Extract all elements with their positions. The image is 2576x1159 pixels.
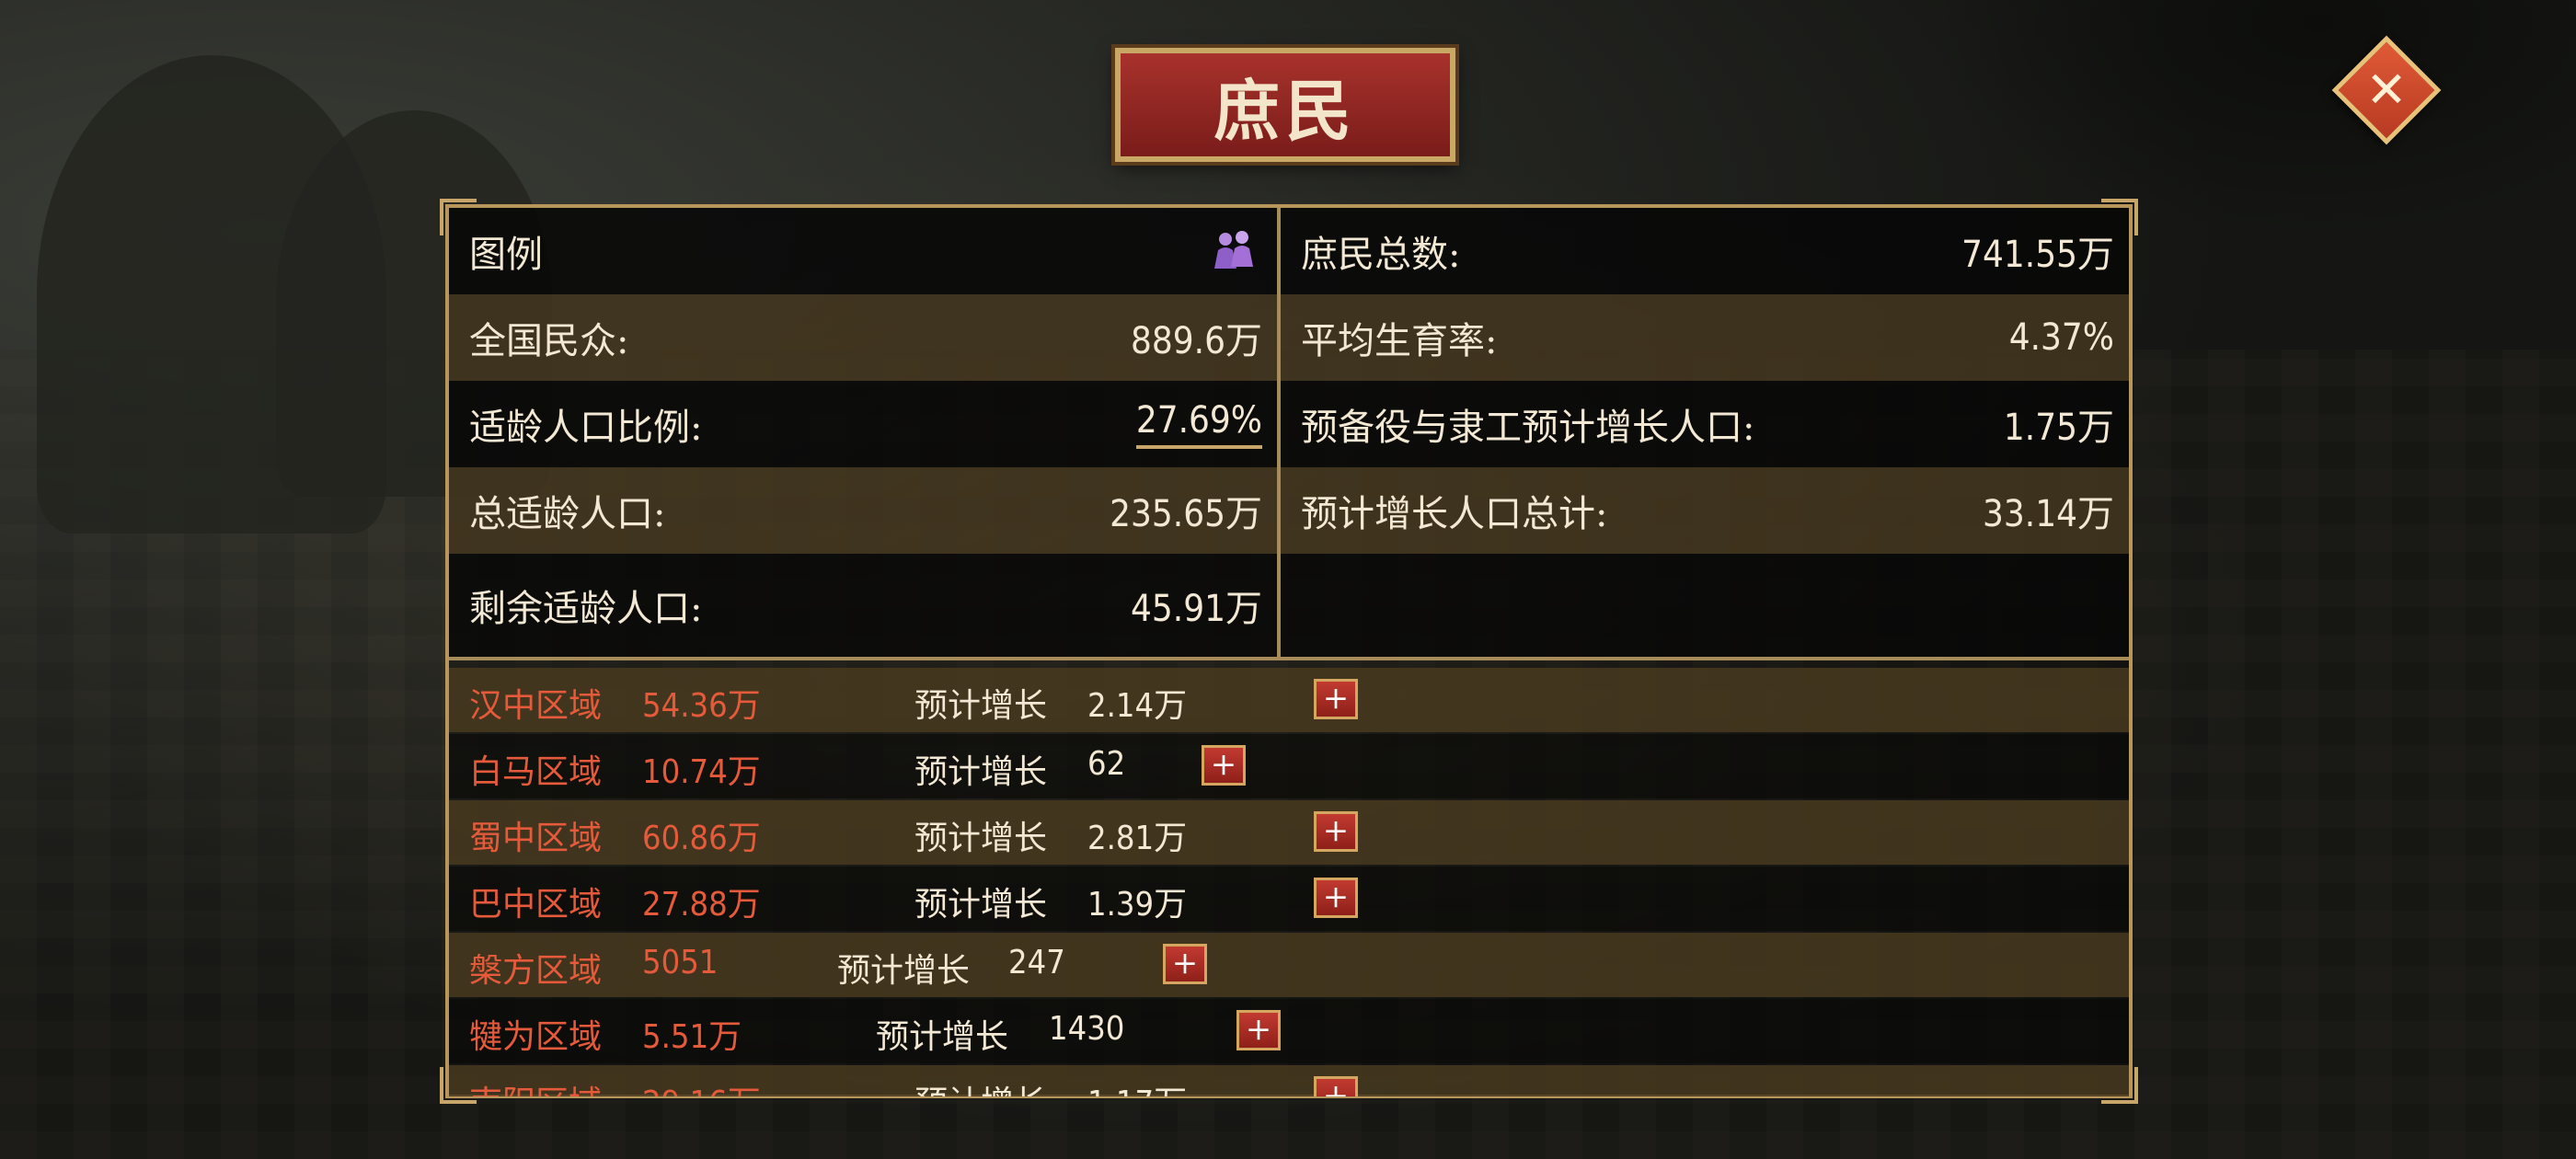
region-name: 槃方区域 [469, 952, 603, 990]
region-population: 54.36万 [642, 687, 761, 725]
stat-value: 889.6万 [1131, 320, 1262, 362]
add-button[interactable]: + [1236, 1010, 1281, 1050]
stat-label: 平均生育率: [1301, 320, 1498, 362]
region-population: 5.51万 [642, 1018, 742, 1056]
growth-label: 预计增长 [837, 952, 971, 990]
stat-value: 4.37% [2008, 316, 2114, 359]
stat-label: 庶民总数: [1301, 234, 1461, 276]
stat-value: 1.75万 [2003, 407, 2114, 449]
stat-row: 预计增长人口总计: 33.14万 [1281, 467, 2129, 554]
empty-row [1281, 554, 2129, 657]
stat-label: 预备役与隶工预计增长人口: [1301, 407, 1755, 449]
page-title: 庶民 [1213, 71, 1357, 150]
region-list: 汉中区域 54.36万 预计增长 2.14万 + 白马区域 10.74万 预计增… [449, 660, 2129, 1096]
stat-label: 剩余适龄人口: [469, 588, 703, 630]
stat-value: 45.91万 [1131, 588, 1262, 630]
commoners-panel: 图例 全国民众: 889.6万 适龄人口比例: 27.69% 总适龄人口: 23… [440, 199, 2138, 1104]
add-button[interactable]: + [1163, 944, 1207, 984]
add-button[interactable]: + [1314, 679, 1358, 719]
region-name: 南阳区域 [469, 1076, 602, 1096]
stat-value: 33.14万 [1983, 493, 2114, 535]
growth-value: 247 [1008, 944, 1065, 981]
age-ratio-link[interactable]: 27.69% [1135, 399, 1262, 449]
growth-label: 预计增长 [914, 687, 1048, 725]
background-tree [1932, 0, 2576, 239]
stats-table: 图例 全国民众: 889.6万 适龄人口比例: 27.69% 总适龄人口: 23… [449, 208, 2129, 657]
growth-value: 1.39万 [1087, 886, 1188, 924]
region-row: 蜀中区域 60.86万 预计增长 2.81万 + [449, 800, 2129, 865]
stat-row: 全国民众: 889.6万 [449, 294, 1277, 381]
close-x-icon[interactable]: ✕ [2352, 56, 2421, 124]
region-population: 29.16万 [642, 1076, 761, 1096]
region-row: 白马区域 10.74万 预计增长 62 + [449, 734, 2129, 798]
region-name: 蜀中区域 [469, 820, 603, 857]
stat-row: 庶民总数: 741.55万 [1281, 208, 2129, 294]
stat-row: 适龄人口比例: 27.69% [449, 381, 1277, 467]
title-plaque: 庶民 [1115, 48, 1455, 162]
region-name: 汉中区域 [469, 687, 603, 725]
growth-value: 2.81万 [1087, 820, 1188, 857]
growth-label: 预计增长 [914, 753, 1048, 791]
stat-row: 总适龄人口: 235.65万 [449, 467, 1277, 554]
stat-value: 741.55万 [1961, 234, 2114, 276]
growth-value: 1.17万 [1087, 1076, 1187, 1096]
region-population: 5051 [642, 944, 719, 981]
growth-label: 预计增长 [914, 820, 1048, 857]
stat-value: 235.65万 [1110, 493, 1262, 535]
region-row: 槃方区域 5051 预计增长 247 + [449, 933, 2129, 997]
stat-row: 预备役与隶工预计增长人口: 1.75万 [1281, 381, 2129, 467]
add-button[interactable]: + [1202, 745, 1246, 786]
region-population: 60.86万 [642, 820, 761, 857]
region-name: 白马区域 [469, 753, 603, 791]
stat-label: 适龄人口比例: [469, 407, 703, 449]
add-button[interactable]: + [1314, 878, 1358, 918]
region-name: 巴中区域 [469, 886, 603, 924]
people-icon[interactable] [1209, 226, 1259, 276]
stat-row: 剩余适龄人口: 45.91万 [449, 554, 1277, 657]
growth-value: 1430 [1049, 1010, 1125, 1048]
stat-row: 平均生育率: 4.37% [1281, 294, 2129, 381]
legend-row: 图例 [449, 208, 1277, 294]
growth-value: 2.14万 [1087, 687, 1188, 725]
region-row: 巴中区域 27.88万 预计增长 1.39万 + [449, 866, 2129, 931]
stat-label: 全国民众: [469, 320, 629, 362]
growth-label: 预计增长 [876, 1018, 1009, 1056]
growth-value: 62 [1087, 745, 1126, 783]
stat-label: 预计增长人口总计: [1301, 493, 1608, 535]
add-button[interactable]: + [1314, 1076, 1358, 1096]
add-button[interactable]: + [1314, 811, 1358, 852]
region-name: 犍为区域 [469, 1018, 603, 1056]
region-row: 汉中区域 54.36万 预计增长 2.14万 + [449, 668, 2129, 732]
stat-label: 总适龄人口: [469, 493, 666, 535]
growth-label: 预计增长 [914, 1076, 1047, 1096]
legend-label: 图例 [469, 234, 543, 276]
growth-label: 预计增长 [914, 886, 1048, 924]
region-population: 10.74万 [642, 753, 761, 791]
region-population: 27.88万 [642, 886, 761, 924]
region-row: 犍为区域 5.51万 预计增长 1430 + [449, 999, 2129, 1063]
region-row: 南阳区域 29.16万 预计增长 1.17万 + [449, 1065, 2129, 1096]
